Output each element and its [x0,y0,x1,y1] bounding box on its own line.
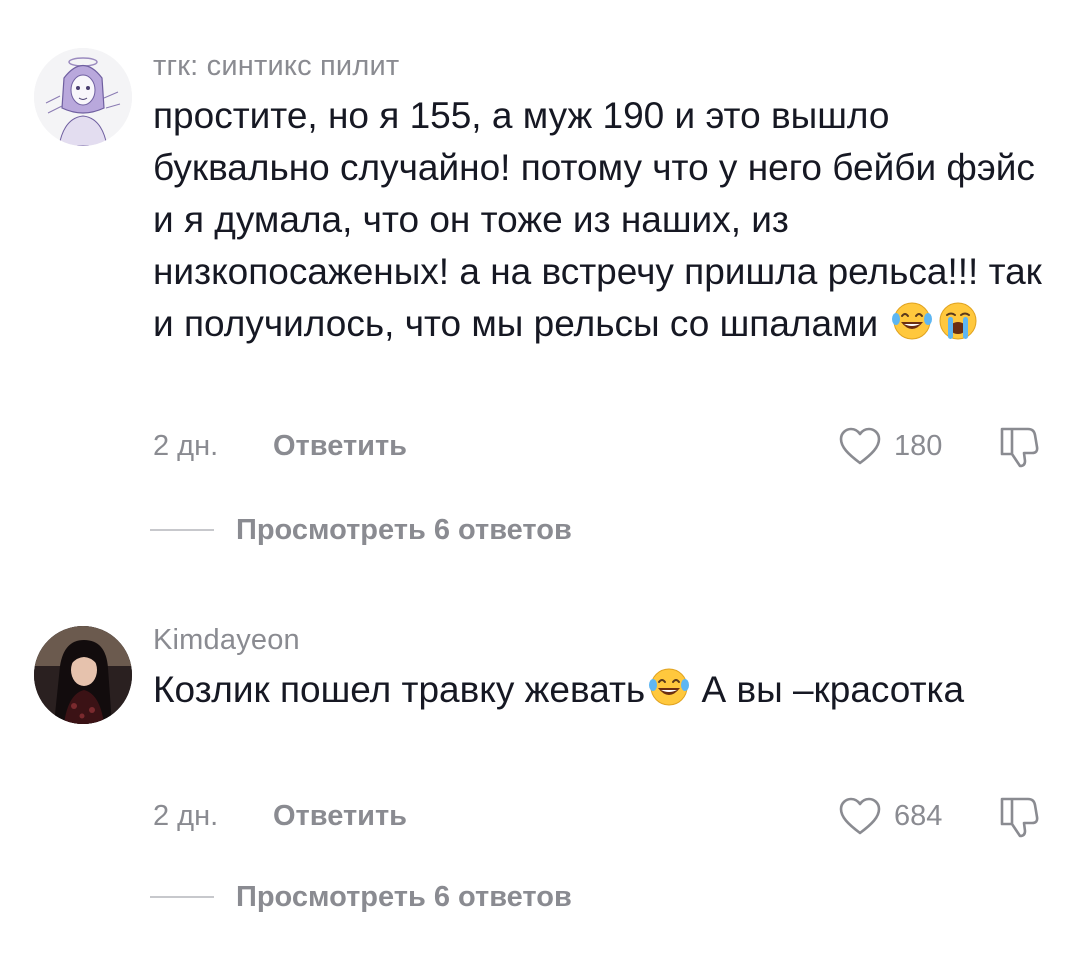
heart-outline-icon [839,797,881,835]
comment-body: тгк: синтикс пилит простите, но я 155, а… [153,48,1053,350]
loudly-crying-face-icon [936,299,980,343]
thumbs-down-outline-icon [1000,797,1039,838]
view-replies-label: Просмотреть 6 ответов [236,880,572,913]
comment-text-content: Козлик пошел травку жевать [153,669,646,710]
heart-outline-icon [839,427,881,465]
avatar[interactable] [34,48,132,146]
comment-timestamp: 2 дн. [153,430,219,462]
view-replies-label: Просмотреть 6 ответов [236,513,572,546]
like-count: 180 [894,430,943,462]
like-count: 684 [894,800,943,832]
comment-body: Kimdayeon Козлик пошел травку жевать А в… [153,622,1053,716]
dislike-button[interactable] [998,423,1042,469]
comment-text: Козлик пошел травку жевать А вы –красотк… [153,664,1053,716]
comment-actions: 2 дн. Ответить 684 [153,793,1048,839]
avatar[interactable] [34,626,132,724]
reply-button[interactable]: Ответить [273,426,407,466]
face-with-tears-of-joy-icon [890,299,934,343]
comment-text: простите, но я 155, а муж 190 и это вышл… [153,90,1053,350]
comment-timestamp: 2 дн. [153,800,219,832]
reply-button[interactable]: Ответить [273,796,407,836]
avatar-photo-image [34,626,132,724]
comment-actions: 2 дн. Ответить 180 [153,423,1048,469]
replies-divider [150,896,214,898]
comment-username[interactable]: Kimdayeon [153,622,1053,658]
view-replies-button[interactable]: Просмотреть 6 ответов [150,877,572,917]
thumbs-down-outline-icon [1000,427,1039,468]
view-replies-button[interactable]: Просмотреть 6 ответов [150,510,572,550]
comment-text-content-continued: А вы –красотка [691,669,965,710]
replies-divider [150,529,214,531]
dislike-button[interactable] [998,793,1042,839]
like-button[interactable]: 684 [838,794,942,838]
face-with-tears-of-joy-icon [647,665,691,709]
like-button[interactable]: 180 [838,424,942,468]
comment-username[interactable]: тгк: синтикс пилит [153,48,1053,84]
avatar-sketch-image [34,48,132,146]
